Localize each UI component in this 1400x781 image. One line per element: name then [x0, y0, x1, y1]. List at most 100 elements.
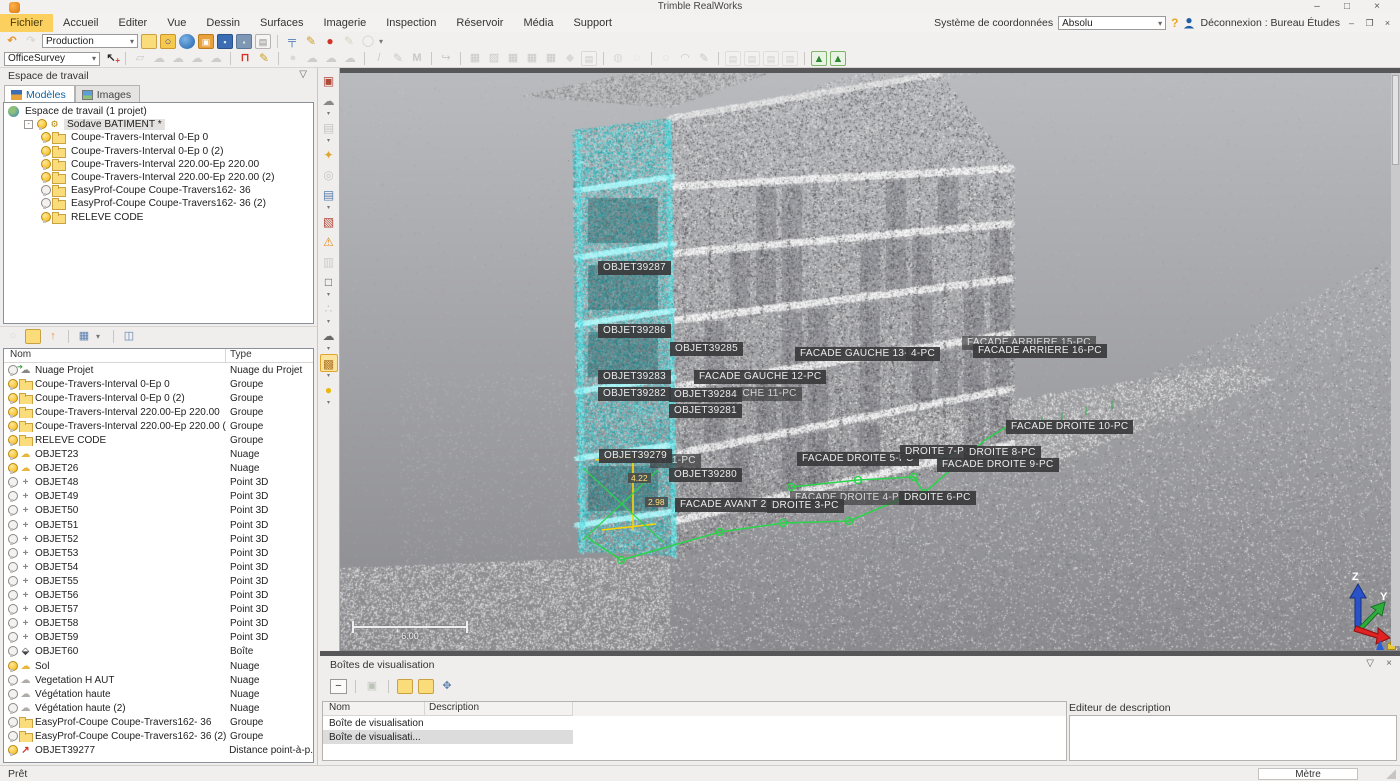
table-row[interactable]: OBJET55Point 3D [4, 574, 313, 588]
tab-modèles[interactable]: Modèles [4, 85, 75, 102]
move-up-icon[interactable]: ↑ [45, 329, 61, 344]
zoom-b-icon[interactable]: ◌ [629, 51, 645, 66]
menu-tab-réservoir[interactable]: Réservoir [446, 14, 513, 32]
stamp-tool-icon[interactable]: ▥ [320, 253, 338, 271]
visibility-bulb-icon[interactable] [7, 632, 16, 643]
notes-tool-icon[interactable]: ▤ [320, 186, 338, 204]
visibility-bulb-icon[interactable] [7, 590, 16, 601]
cloud-split-icon[interactable]: ☁ [323, 51, 339, 66]
collapse-button[interactable]: − [330, 679, 347, 694]
doc-tool-icon[interactable]: ▤ [581, 51, 597, 66]
visibility-bulb-icon[interactable] [7, 449, 16, 460]
visibility-bulb-icon[interactable] [7, 463, 16, 474]
page-b-icon[interactable]: ▤ [744, 51, 760, 66]
table-row[interactable]: Végétation hauteNuage [4, 687, 313, 701]
open-folder-alt-icon[interactable] [418, 679, 434, 694]
hook-arrow-icon[interactable]: ↪ [438, 51, 454, 66]
unit-indicator[interactable]: Mètre [1258, 768, 1358, 780]
chevron-down-icon[interactable]: ▾ [327, 373, 330, 380]
cloud-tools-icon[interactable]: ☁ [208, 51, 224, 66]
table-row[interactable]: OBJET23Nuage [4, 448, 313, 462]
visibility-bulb-icon[interactable] [7, 661, 16, 672]
visibility-bulb-icon[interactable] [7, 435, 16, 446]
column-header-nom[interactable]: Nom [323, 702, 425, 716]
diamond-icon[interactable]: ◆ [562, 51, 578, 66]
open-folder-icon[interactable] [397, 679, 413, 694]
chevron-down-icon[interactable]: ▾ [327, 292, 330, 299]
redo-icon[interactable]: ↷ [23, 34, 39, 49]
table-row[interactable]: OBJET50Point 3D [4, 504, 313, 518]
object-label[interactable]: FACADE ARRIERE 16-PC [973, 344, 1107, 358]
pin-icon[interactable]: ▽ [1366, 658, 1374, 669]
table-row[interactable]: OBJET39277Distance point-à-p. [4, 744, 313, 758]
visibility-bulb-icon[interactable] [7, 675, 16, 686]
layout-icon[interactable]: ◫ [121, 329, 137, 344]
logout-link[interactable]: Déconnexion : Bureau Études [1200, 17, 1340, 29]
tree-item[interactable]: Espace de travail (1 projet) [4, 105, 313, 118]
snapshot-icon[interactable]: ▣ [198, 34, 214, 49]
visibility-bulb-icon[interactable] [40, 146, 49, 157]
visibility-bulb-icon[interactable] [40, 185, 49, 196]
search-icon[interactable]: ○ [160, 34, 176, 49]
table-row[interactable]: OBJET53Point 3D [4, 546, 313, 560]
visibility-bulb-icon[interactable] [7, 407, 16, 418]
tree-item[interactable]: Coupe-Travers-Interval 220.00-Ep 220.00 [4, 158, 313, 171]
viewport-3d[interactable]: OBJET39287OBJET39286OBJET39285FACADE ARR… [340, 68, 1400, 651]
viewport-vscrollbar[interactable] [1391, 73, 1400, 646]
visibility-bulb-icon[interactable] [7, 548, 16, 559]
measure-m-icon[interactable]: M [409, 51, 425, 66]
export-up-icon[interactable]: ▲ [830, 51, 846, 66]
column-header-nom[interactable]: Nom [4, 349, 226, 362]
view-cube-icon[interactable]: ▣ [320, 72, 338, 90]
minimize-button[interactable]: – [1302, 0, 1332, 13]
light-tool-icon[interactable]: ● [320, 381, 338, 399]
pick-cursor-icon[interactable]: ↖ [103, 51, 119, 66]
object-label[interactable]: OBJET39282 [598, 387, 671, 401]
table-row[interactable]: Végétation haute (2)Nuage [4, 701, 313, 715]
visibility-bulb-icon[interactable] [40, 198, 49, 209]
menu-tab-média[interactable]: Média [513, 14, 563, 32]
visibility-bulb-icon[interactable] [7, 520, 16, 531]
cloud-merge-icon[interactable]: ☁ [304, 51, 320, 66]
column-header-description[interactable]: Description [425, 702, 573, 716]
tree-expander[interactable]: - [24, 120, 33, 129]
resize-grip[interactable] [1386, 769, 1396, 779]
table-row[interactable]: OBJET60Boîte [4, 645, 313, 659]
table-row[interactable]: OBJET49Point 3D [4, 490, 313, 504]
visibility-bulb-icon[interactable] [7, 477, 16, 488]
tree-item[interactable]: Coupe-Travers-Interval 0-Ep 0 [4, 131, 313, 144]
toolbar-overflow-icon[interactable]: ▾ [379, 37, 389, 46]
visibility-bulb-icon[interactable] [7, 731, 16, 742]
clouds-tool-icon[interactable]: ☁ [320, 327, 338, 345]
image-tool-icon[interactable]: ▧ [320, 213, 338, 231]
chevron-down-icon[interactable]: ▾ [327, 319, 330, 326]
save-as-icon[interactable]: ▪ [236, 34, 252, 49]
visibility-bulb-icon[interactable] [7, 689, 16, 700]
tree-item[interactable]: EasyProf-Coupe Coupe-Travers162- 36 (2) [4, 197, 313, 210]
publish-globe-icon[interactable] [179, 34, 195, 49]
visibility-bulb-icon[interactable] [36, 119, 45, 130]
table-row[interactable]: Coupe-Travers-Interval 220.00-Ep 220.00 … [4, 419, 313, 433]
tree-item[interactable]: RELEVE CODE [4, 211, 313, 224]
tree-item[interactable]: EasyProf-Coupe Coupe-Travers162- 36 [4, 184, 313, 197]
sample-tool-icon[interactable]: ∴ [320, 300, 338, 318]
table-row[interactable]: Vegetation H AUTNuage [4, 673, 313, 687]
pin-icon[interactable]: ▽ [299, 69, 307, 80]
object-label[interactable]: FACADE DROITE 10-PC [1006, 420, 1133, 434]
lasso-icon[interactable]: ◠ [677, 51, 693, 66]
panel-restore-button[interactable]: ❐ [1363, 18, 1376, 29]
brush-icon[interactable]: ✎ [696, 51, 712, 66]
point-cloud-canvas[interactable] [340, 73, 1400, 651]
open-project-icon[interactable] [141, 34, 157, 49]
panel-splitter[interactable] [320, 651, 1400, 656]
chevron-down-icon[interactable]: ▾ [327, 111, 330, 118]
visibility-bulb-icon[interactable] [40, 172, 49, 183]
people-icon[interactable]: ☁ [342, 51, 358, 66]
object-label[interactable]: OBJET39280 [669, 468, 742, 482]
description-editor[interactable] [1069, 715, 1397, 761]
cloud-tool-icon[interactable]: ☁ [320, 92, 338, 110]
import-up-icon[interactable]: ▲ [811, 51, 827, 66]
table-row[interactable]: RELEVE CODEGroupe [4, 433, 313, 447]
undo-icon[interactable]: ↶ [4, 34, 20, 49]
tree-item[interactable]: Coupe-Travers-Interval 0-Ep 0 (2) [4, 145, 313, 158]
